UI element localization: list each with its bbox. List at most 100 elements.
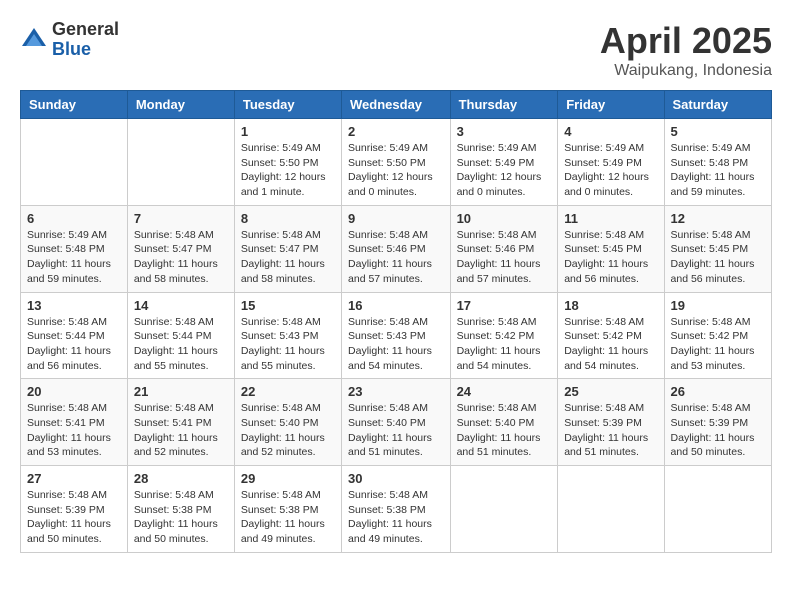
day-number: 19 xyxy=(671,298,765,313)
day-info: Sunrise: 5:48 AM Sunset: 5:42 PM Dayligh… xyxy=(564,315,657,374)
calendar-cell: 30 Sunrise: 5:48 AM Sunset: 5:38 PM Dayli… xyxy=(342,466,451,553)
day-number: 17 xyxy=(457,298,552,313)
day-number: 27 xyxy=(27,471,121,486)
calendar-cell: 22 Sunrise: 5:48 AM Sunset: 5:40 PM Dayli… xyxy=(234,379,341,466)
calendar-cell: 13Sunrise: 5:48 AM Sunset: 5:44 PM Dayli… xyxy=(21,292,128,379)
day-info: Sunrise: 5:48 AM Sunset: 5:38 PM Dayligh… xyxy=(134,488,228,547)
weekday-header-monday: Monday xyxy=(127,91,234,119)
calendar-cell: 11 Sunrise: 5:48 AM Sunset: 5:45 PM Dayli… xyxy=(558,205,664,292)
day-number: 2 xyxy=(348,124,444,139)
day-number: 14 xyxy=(134,298,228,313)
day-info: Sunrise: 5:49 AM Sunset: 5:48 PM Dayligh… xyxy=(671,141,765,200)
day-number: 26 xyxy=(671,384,765,399)
day-number: 15 xyxy=(241,298,335,313)
day-number: 12 xyxy=(671,211,765,226)
calendar-cell: 28 Sunrise: 5:48 AM Sunset: 5:38 PM Dayli… xyxy=(127,466,234,553)
day-info: Sunrise: 5:48 AM Sunset: 5:44 PM Dayligh… xyxy=(134,315,228,374)
day-info: Sunrise: 5:48 AM Sunset: 5:46 PM Dayligh… xyxy=(457,228,552,287)
calendar-cell: 4 Sunrise: 5:49 AM Sunset: 5:49 PM Daylig… xyxy=(558,119,664,206)
day-number: 8 xyxy=(241,211,335,226)
calendar-cell: 16 Sunrise: 5:48 AM Sunset: 5:43 PM Dayli… xyxy=(342,292,451,379)
calendar-cell xyxy=(450,466,558,553)
calendar-cell: 19Sunrise: 5:48 AM Sunset: 5:42 PM Dayli… xyxy=(664,292,771,379)
day-number: 21 xyxy=(134,384,228,399)
day-info: Sunrise: 5:49 AM Sunset: 5:50 PM Dayligh… xyxy=(241,141,335,200)
calendar-cell: 23 Sunrise: 5:48 AM Sunset: 5:40 PM Dayli… xyxy=(342,379,451,466)
day-number: 13 xyxy=(27,298,121,313)
day-info: Sunrise: 5:48 AM Sunset: 5:46 PM Dayligh… xyxy=(348,228,444,287)
calendar-cell: 3Sunrise: 5:49 AM Sunset: 5:49 PM Daylig… xyxy=(450,119,558,206)
week-row-2: 6 Sunrise: 5:49 AM Sunset: 5:48 PM Daylig… xyxy=(21,205,772,292)
day-number: 11 xyxy=(564,211,657,226)
day-number: 25 xyxy=(564,384,657,399)
calendar-cell: 27 Sunrise: 5:48 AM Sunset: 5:39 PM Dayli… xyxy=(21,466,128,553)
day-info: Sunrise: 5:48 AM Sunset: 5:38 PM Dayligh… xyxy=(241,488,335,547)
week-row-3: 13 Sunrise: 5:48 AM Sunset: 5:44 PM Dayli… xyxy=(21,292,772,379)
day-number: 20 xyxy=(27,384,121,399)
day-info: Sunrise: 5:48 AM Sunset: 5:40 PM Dayligh… xyxy=(241,401,335,460)
page-header: General Blue April 2025 Waipukang, Indon… xyxy=(20,20,772,80)
day-info: Sunrise: 5:48 AM Sunset: 5:40 PM Dayligh… xyxy=(348,401,444,460)
weekday-header-friday: Friday xyxy=(558,91,664,119)
logo-text: General Blue xyxy=(52,20,119,60)
day-number: 3 xyxy=(457,124,552,139)
calendar-cell xyxy=(558,466,664,553)
day-info: Sunrise: 5:48 AM Sunset: 5:41 PM Dayligh… xyxy=(134,401,228,460)
day-number: 30 xyxy=(348,471,444,486)
day-info: Sunrise: 5:48 AM Sunset: 5:39 PM Dayligh… xyxy=(671,401,765,460)
day-info: Sunrise: 5:48 AM Sunset: 5:43 PM Dayligh… xyxy=(348,315,444,374)
calendar-cell: 21 Sunrise: 5:48 AM Sunset: 5:41 PM Dayli… xyxy=(127,379,234,466)
calendar-cell xyxy=(664,466,771,553)
day-info: Sunrise: 5:48 AM Sunset: 5:47 PM Dayligh… xyxy=(241,228,335,287)
day-number: 4 xyxy=(564,124,657,139)
title-area: April 2025 Waipukang, Indonesia xyxy=(600,20,772,80)
calendar-cell: 29 Sunrise: 5:48 AM Sunset: 5:38 PM Dayli… xyxy=(234,466,341,553)
day-info: Sunrise: 5:48 AM Sunset: 5:38 PM Dayligh… xyxy=(348,488,444,547)
calendar-cell: 25 Sunrise: 5:48 AM Sunset: 5:39 PM Dayli… xyxy=(558,379,664,466)
calendar-cell: 7Sunrise: 5:48 AM Sunset: 5:47 PM Daylig… xyxy=(127,205,234,292)
day-number: 23 xyxy=(348,384,444,399)
day-number: 6 xyxy=(27,211,121,226)
calendar-cell: 1 Sunrise: 5:49 AM Sunset: 5:50 PM Daylig… xyxy=(234,119,341,206)
day-info: Sunrise: 5:48 AM Sunset: 5:42 PM Dayligh… xyxy=(457,315,552,374)
week-row-1: 1 Sunrise: 5:49 AM Sunset: 5:50 PM Daylig… xyxy=(21,119,772,206)
calendar-cell: 14 Sunrise: 5:48 AM Sunset: 5:44 PM Dayli… xyxy=(127,292,234,379)
calendar-cell: 26 Sunrise: 5:48 AM Sunset: 5:39 PM Dayli… xyxy=(664,379,771,466)
day-info: Sunrise: 5:48 AM Sunset: 5:47 PM Dayligh… xyxy=(134,228,228,287)
day-number: 5 xyxy=(671,124,765,139)
logo-icon xyxy=(20,26,48,54)
day-info: Sunrise: 5:48 AM Sunset: 5:40 PM Dayligh… xyxy=(457,401,552,460)
day-number: 18 xyxy=(564,298,657,313)
day-info: Sunrise: 5:48 AM Sunset: 5:39 PM Dayligh… xyxy=(27,488,121,547)
day-info: Sunrise: 5:48 AM Sunset: 5:39 PM Dayligh… xyxy=(564,401,657,460)
calendar-cell: 8 Sunrise: 5:48 AM Sunset: 5:47 PM Daylig… xyxy=(234,205,341,292)
day-number: 28 xyxy=(134,471,228,486)
logo-general: General xyxy=(52,20,119,40)
day-info: Sunrise: 5:49 AM Sunset: 5:48 PM Dayligh… xyxy=(27,228,121,287)
calendar-cell: 20 Sunrise: 5:48 AM Sunset: 5:41 PM Dayli… xyxy=(21,379,128,466)
day-number: 29 xyxy=(241,471,335,486)
day-info: Sunrise: 5:48 AM Sunset: 5:43 PM Dayligh… xyxy=(241,315,335,374)
logo-blue: Blue xyxy=(52,40,119,60)
day-number: 22 xyxy=(241,384,335,399)
day-info: Sunrise: 5:49 AM Sunset: 5:49 PM Dayligh… xyxy=(564,141,657,200)
calendar-cell: 18 Sunrise: 5:48 AM Sunset: 5:42 PM Dayli… xyxy=(558,292,664,379)
calendar-cell: 5 Sunrise: 5:49 AM Sunset: 5:48 PM Daylig… xyxy=(664,119,771,206)
calendar-cell: 2Sunrise: 5:49 AM Sunset: 5:50 PM Daylig… xyxy=(342,119,451,206)
calendar-cell xyxy=(127,119,234,206)
day-number: 10 xyxy=(457,211,552,226)
month-year: April 2025 xyxy=(600,20,772,62)
calendar-cell: 6 Sunrise: 5:49 AM Sunset: 5:48 PM Daylig… xyxy=(21,205,128,292)
week-row-5: 27 Sunrise: 5:48 AM Sunset: 5:39 PM Dayli… xyxy=(21,466,772,553)
day-number: 1 xyxy=(241,124,335,139)
calendar-cell: 15 Sunrise: 5:48 AM Sunset: 5:43 PM Dayli… xyxy=(234,292,341,379)
day-number: 24 xyxy=(457,384,552,399)
day-info: Sunrise: 5:48 AM Sunset: 5:45 PM Dayligh… xyxy=(564,228,657,287)
logo: General Blue xyxy=(20,20,119,60)
day-info: Sunrise: 5:48 AM Sunset: 5:41 PM Dayligh… xyxy=(27,401,121,460)
weekday-header-row: SundayMondayTuesdayWednesdayThursdayFrid… xyxy=(21,91,772,119)
week-row-4: 20 Sunrise: 5:48 AM Sunset: 5:41 PM Dayli… xyxy=(21,379,772,466)
weekday-header-thursday: Thursday xyxy=(450,91,558,119)
calendar-cell xyxy=(21,119,128,206)
day-number: 16 xyxy=(348,298,444,313)
